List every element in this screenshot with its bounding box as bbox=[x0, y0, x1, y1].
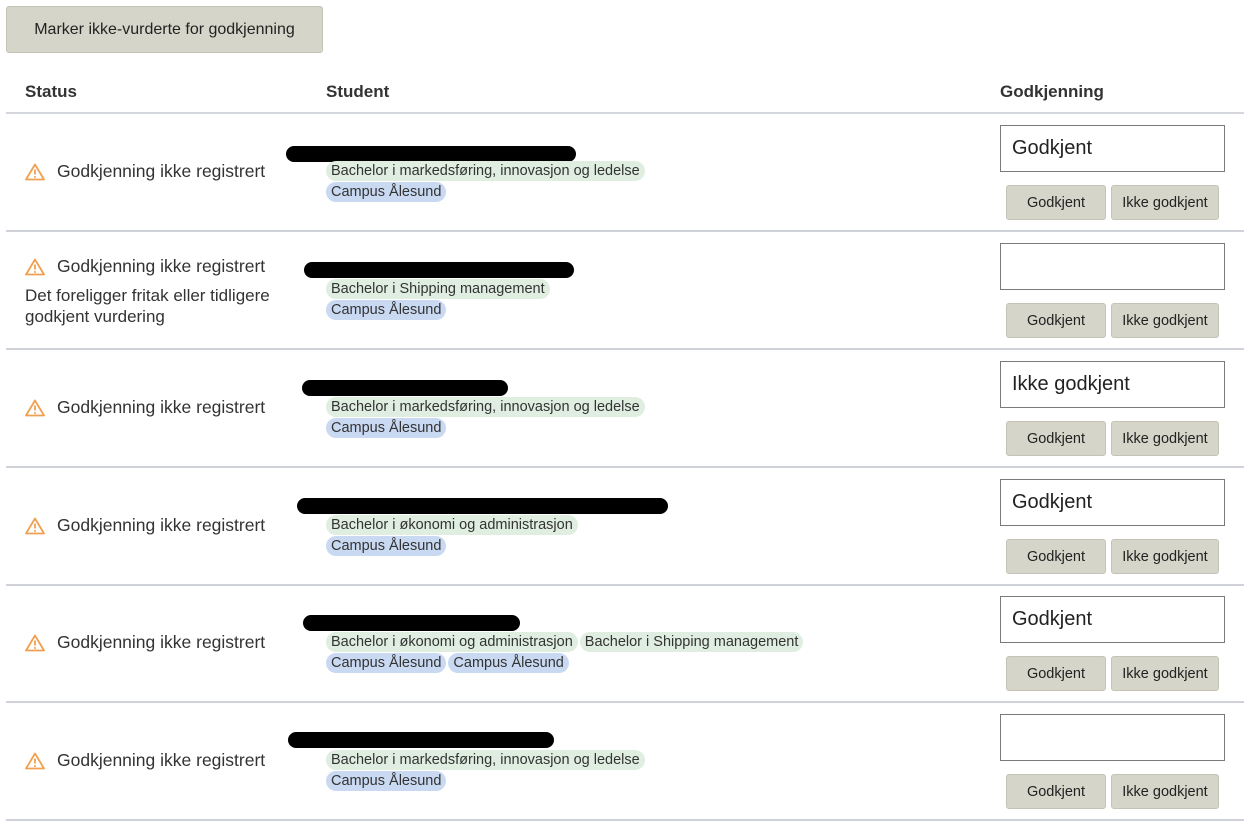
column-header-approval: Godkjenning bbox=[1000, 82, 1104, 101]
approve-button[interactable]: Godkjent bbox=[1006, 774, 1106, 809]
student-name-redacted bbox=[302, 380, 508, 396]
column-header-student: Student bbox=[326, 82, 390, 101]
student-name-redacted bbox=[304, 262, 574, 278]
reject-button[interactable]: Ikke godkjent bbox=[1111, 421, 1219, 456]
reject-button[interactable]: Ikke godkjent bbox=[1111, 185, 1219, 220]
program-tags: Bachelor i markedsføring, innovasjon og … bbox=[326, 397, 645, 417]
row-divider bbox=[6, 819, 1244, 821]
approval-field[interactable] bbox=[1000, 714, 1225, 761]
campus-badge: Campus Ålesund bbox=[448, 653, 569, 673]
campus-tags: Campus Ålesund bbox=[326, 182, 447, 202]
status-text: Godkjenning ikke registrert bbox=[57, 397, 266, 417]
campus-badge: Campus Ålesund bbox=[326, 771, 447, 791]
reject-button[interactable]: Ikke godkjent bbox=[1111, 656, 1219, 691]
mark-unassessed-button[interactable]: Marker ikke-vurderte for godkjenning bbox=[6, 6, 323, 53]
status-cell: Godkjenning ikke registrert bbox=[25, 750, 265, 771]
program-tags: Bachelor i markedsføring, innovasjon og … bbox=[326, 750, 645, 770]
status-cell: Godkjenning ikke registrert bbox=[25, 632, 265, 653]
program-badge: Bachelor i Shipping management bbox=[579, 632, 804, 652]
reject-button[interactable]: Ikke godkjent bbox=[1111, 539, 1219, 574]
status-cell: Godkjenning ikke registrert bbox=[25, 515, 265, 536]
column-header-status: Status bbox=[25, 82, 77, 101]
status-text: Godkjenning ikke registrert bbox=[57, 515, 266, 535]
student-name-redacted bbox=[297, 498, 668, 514]
approval-field[interactable]: Godkjent bbox=[1000, 479, 1225, 526]
warning-icon bbox=[25, 399, 45, 416]
status-cell: Godkjenning ikke registrert bbox=[25, 397, 265, 418]
student-name-redacted bbox=[288, 732, 554, 748]
status-text: Godkjenning ikke registrert bbox=[57, 161, 266, 181]
status-text: Godkjenning ikke registrert bbox=[57, 256, 266, 276]
table-row: Godkjenning ikke registrert Bachelor i øk… bbox=[6, 585, 1244, 703]
warning-icon bbox=[25, 634, 45, 651]
program-badge: Bachelor i markedsføring, innovasjon og … bbox=[326, 397, 645, 417]
table-row: Godkjenning ikke registrert Bachelor i ma… bbox=[6, 703, 1244, 821]
program-tags: Bachelor i markedsføring, innovasjon og … bbox=[326, 161, 645, 181]
campus-tags: Campus Ålesund Campus Ålesund bbox=[326, 653, 569, 673]
campus-tags: Campus Ålesund bbox=[326, 300, 447, 320]
program-tags: Bachelor i økonomi og administrasjon Bach… bbox=[326, 632, 804, 652]
program-badge: Bachelor i markedsføring, innovasjon og … bbox=[326, 161, 645, 181]
table-row: Godkjenning ikke registrert Bachelor i øk… bbox=[6, 468, 1244, 586]
warning-icon bbox=[25, 752, 45, 769]
approval-field[interactable]: Godkjent bbox=[1000, 596, 1225, 643]
approve-button[interactable]: Godkjent bbox=[1006, 539, 1106, 574]
reject-button[interactable]: Ikke godkjent bbox=[1111, 303, 1219, 338]
status-text: Godkjenning ikke registrert bbox=[57, 632, 266, 652]
program-badge: Bachelor i Shipping management bbox=[326, 279, 550, 299]
approve-button[interactable]: Godkjent bbox=[1006, 185, 1106, 220]
program-badge: Bachelor i økonomi og administrasjon bbox=[326, 632, 578, 652]
campus-tags: Campus Ålesund bbox=[326, 536, 447, 556]
status-cell: Godkjenning ikke registrert Det foreligge… bbox=[25, 256, 305, 327]
warning-icon bbox=[25, 163, 45, 180]
campus-badge: Campus Ålesund bbox=[326, 182, 447, 202]
campus-badge: Campus Ålesund bbox=[326, 653, 447, 673]
table-row: Godkjenning ikke registrert Det foreligge… bbox=[6, 232, 1244, 350]
campus-tags: Campus Ålesund bbox=[326, 771, 447, 791]
campus-tags: Campus Ålesund bbox=[326, 418, 447, 438]
student-name-redacted bbox=[303, 615, 520, 631]
program-tags: Bachelor i økonomi og administrasjon bbox=[326, 515, 578, 535]
campus-badge: Campus Ålesund bbox=[326, 536, 447, 556]
campus-badge: Campus Ålesund bbox=[326, 300, 447, 320]
approve-button[interactable]: Godkjent bbox=[1006, 303, 1106, 338]
status-cell: Godkjenning ikke registrert bbox=[25, 161, 265, 182]
status-text: Godkjenning ikke registrert bbox=[57, 750, 266, 770]
program-badge: Bachelor i markedsføring, innovasjon og … bbox=[326, 750, 645, 770]
approve-button[interactable]: Godkjent bbox=[1006, 656, 1106, 691]
reject-button[interactable]: Ikke godkjent bbox=[1111, 774, 1219, 809]
table-row: Godkjenning ikke registrert Bachelor i ma… bbox=[6, 350, 1244, 468]
status-note: Det foreligger fritak eller tidligere go… bbox=[25, 286, 270, 326]
table-row: Godkjenning ikke registrert Bachelor i ma… bbox=[6, 114, 1244, 232]
warning-icon bbox=[25, 258, 45, 275]
approval-field[interactable] bbox=[1000, 243, 1225, 290]
student-name-redacted bbox=[286, 146, 576, 162]
approve-button[interactable]: Godkjent bbox=[1006, 421, 1106, 456]
approval-field[interactable]: Ikke godkjent bbox=[1000, 361, 1225, 408]
warning-icon bbox=[25, 517, 45, 534]
program-badge: Bachelor i økonomi og administrasjon bbox=[326, 515, 578, 535]
approval-field[interactable]: Godkjent bbox=[1000, 125, 1225, 172]
campus-badge: Campus Ålesund bbox=[326, 418, 447, 438]
program-tags: Bachelor i Shipping management bbox=[326, 279, 550, 299]
